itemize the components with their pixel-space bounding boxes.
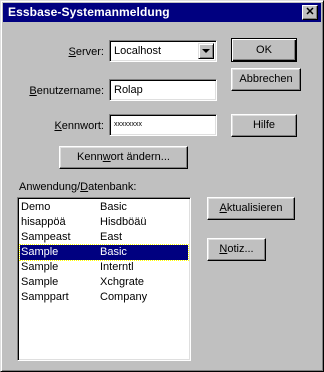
server-value: Localhost	[114, 45, 162, 57]
note-button[interactable]: Notiz...	[207, 238, 266, 261]
title-bar[interactable]: Essbase-Systemanmeldung ✕	[3, 3, 321, 22]
list-item[interactable]: Demo Basic	[20, 200, 188, 215]
close-button[interactable]: ✕	[302, 5, 318, 20]
server-combobox[interactable]: Localhost	[109, 40, 217, 62]
list-item-selected[interactable]: Sample Basic	[19, 244, 189, 261]
list-item[interactable]: Sampeast East	[20, 230, 188, 245]
list-item[interactable]: hisappöä Hisdböäü	[20, 215, 188, 230]
dialog-title: Essbase-Systemanmeldung	[8, 5, 170, 19]
username-field[interactable]: Rolap	[109, 79, 217, 101]
app-db-label: Anwendung/Datenbank:	[19, 181, 137, 193]
login-dialog: Essbase-Systemanmeldung ✕ Server: Localh…	[0, 0, 324, 372]
chevron-down-icon[interactable]	[198, 43, 214, 59]
list-item[interactable]: Samppart Company	[20, 290, 188, 305]
close-icon: ✕	[305, 6, 315, 18]
ok-button[interactable]: OK	[231, 38, 297, 62]
change-password-button[interactable]: Kennwort ändern...	[59, 146, 188, 169]
username-label: Benutzername:	[29, 85, 104, 97]
refresh-button[interactable]: Aktualisieren	[207, 197, 295, 220]
password-field[interactable]: xxxxxxxx	[109, 114, 217, 136]
password-label: Kennwort:	[54, 120, 104, 132]
list-item[interactable]: Sample Interntl	[20, 260, 188, 275]
app-db-listbox[interactable]: Demo Basic hisappöä Hisdböäü Sampeast East …	[17, 197, 191, 361]
username-value: Rolap	[114, 84, 143, 96]
server-label: Server:	[68, 46, 104, 58]
password-value: xxxxxxxx	[114, 121, 142, 128]
help-button[interactable]: Hilfe	[231, 114, 297, 137]
cancel-button[interactable]: Abbrechen	[231, 68, 301, 91]
list-item[interactable]: Sample Xchgrate	[20, 275, 188, 290]
